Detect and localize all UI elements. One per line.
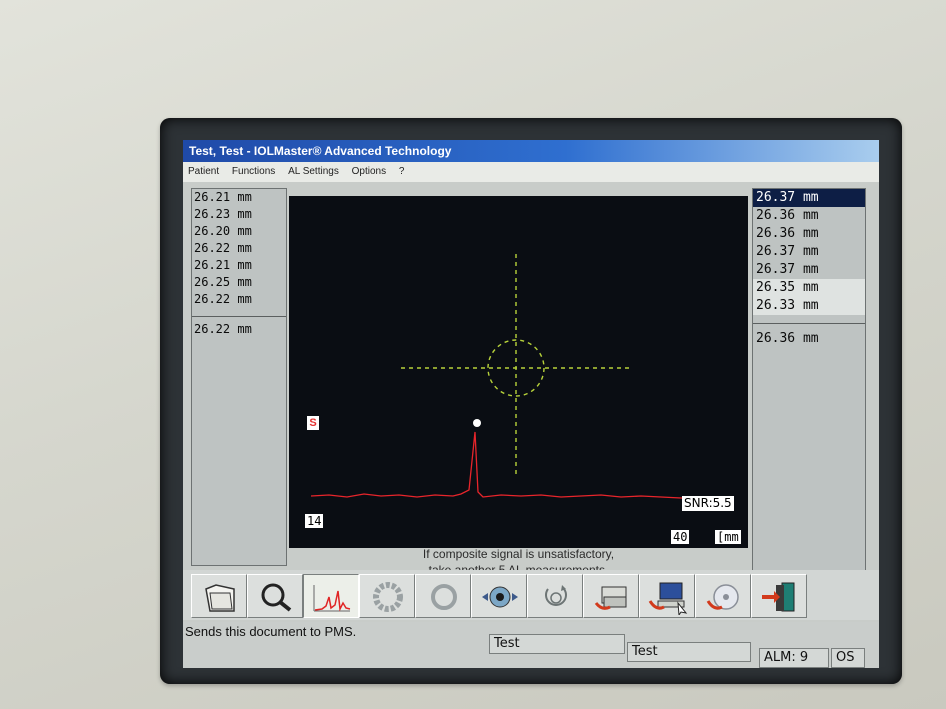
status-field-1: Test — [489, 634, 625, 654]
menu-options[interactable]: Options — [347, 162, 391, 182]
waveform-button[interactable] — [303, 574, 359, 618]
exit-door-icon — [762, 582, 795, 612]
measurement-row[interactable]: 26.22 mm — [192, 291, 286, 308]
measurement-row[interactable]: 26.36 mm — [753, 225, 865, 243]
measurement-row[interactable]: 26.37 mm — [753, 261, 865, 279]
unit-text: mm — [724, 530, 739, 544]
menu-al-settings[interactable]: AL Settings — [283, 162, 344, 182]
status-field-2: Test — [627, 642, 751, 662]
panel-divider — [192, 316, 286, 317]
signal-plot: S SNR:5.5 14 40 [mm — [289, 196, 748, 548]
menu-patient[interactable]: Patient — [183, 162, 224, 182]
measurement-row[interactable]: 26.22 mm — [192, 240, 286, 257]
message-line-1: If composite signal is unsatisfactory, — [422, 547, 615, 561]
measurement-row[interactable]: 26.21 mm — [192, 257, 286, 274]
measurement-row[interactable]: 26.23 mm — [192, 206, 286, 223]
rotate-eye-icon — [545, 585, 567, 606]
signal-chart — [310, 254, 702, 500]
x-axis-unit-label: [mm — [715, 530, 741, 544]
menu-bar: Patient Functions AL Settings Options ? — [183, 162, 879, 182]
measurement-row[interactable]: 26.36 mm — [753, 207, 865, 225]
composite-value: 26.36 mm — [756, 331, 819, 346]
folder-button[interactable] — [191, 574, 247, 618]
magnifier-icon — [261, 583, 292, 612]
send-to-pms-button[interactable] — [639, 574, 695, 618]
measurement-row[interactable]: 26.20 mm — [192, 223, 286, 240]
composite-value: 26.22 mm — [194, 322, 252, 336]
measurement-row[interactable]: 26.37 mm — [753, 243, 865, 261]
peak-marker — [473, 419, 481, 427]
menu-help[interactable]: ? — [394, 162, 410, 182]
eye-icon — [482, 586, 518, 608]
panel-divider — [753, 323, 865, 324]
ring-button[interactable] — [359, 574, 415, 618]
right-measurement-list[interactable]: 26.37 mm 26.36 mm 26.36 mm 26.37 mm 26.3… — [752, 188, 866, 586]
eye-side-indicator: OS — [831, 648, 865, 668]
circle-icon — [431, 584, 457, 610]
s-marker: S — [307, 416, 319, 430]
folder-icon — [205, 584, 235, 612]
alm-counter: ALM: 9 — [759, 648, 829, 668]
rotate-button[interactable] — [527, 574, 583, 618]
status-bar: Sends this document to PMS. Test Test AL… — [183, 622, 879, 668]
exit-button[interactable] — [751, 574, 807, 618]
status-hint: Sends this document to PMS. — [185, 624, 357, 639]
left-measurement-list[interactable]: 26.21 mm 26.23 mm 26.20 mm 26.22 mm 26.2… — [191, 188, 287, 566]
zoom-button[interactable] — [247, 574, 303, 618]
x-axis-max-label: 40 — [671, 530, 690, 544]
measurement-row[interactable]: 26.33 mm — [753, 297, 865, 315]
printer-icon — [594, 586, 627, 610]
waveform-icon — [313, 585, 351, 612]
measurement-row[interactable]: 26.25 mm — [192, 274, 286, 291]
window-title: Test, Test - IOLMaster® Advanced Technol… — [183, 140, 879, 162]
x-axis-min-label: 14 — [305, 514, 324, 528]
toolbar — [183, 570, 879, 620]
measurement-row[interactable]: 26.35 mm — [753, 279, 865, 297]
measurement-row[interactable]: 26.21 mm — [192, 189, 286, 206]
eye-button[interactable] — [471, 574, 527, 618]
application-window: Test, Test - IOLMaster® Advanced Technol… — [183, 140, 879, 668]
disc-icon — [706, 584, 739, 610]
circle-button[interactable] — [415, 574, 471, 618]
measurement-row[interactable]: 26.37 mm — [753, 189, 865, 207]
ring-icon — [373, 582, 403, 612]
print-button[interactable] — [583, 574, 639, 618]
signal-trace — [310, 431, 702, 500]
menu-functions[interactable]: Functions — [227, 162, 280, 182]
snr-label: SNR:5.5 — [682, 496, 734, 511]
computer-icon — [648, 582, 688, 615]
disc-button[interactable] — [695, 574, 751, 618]
